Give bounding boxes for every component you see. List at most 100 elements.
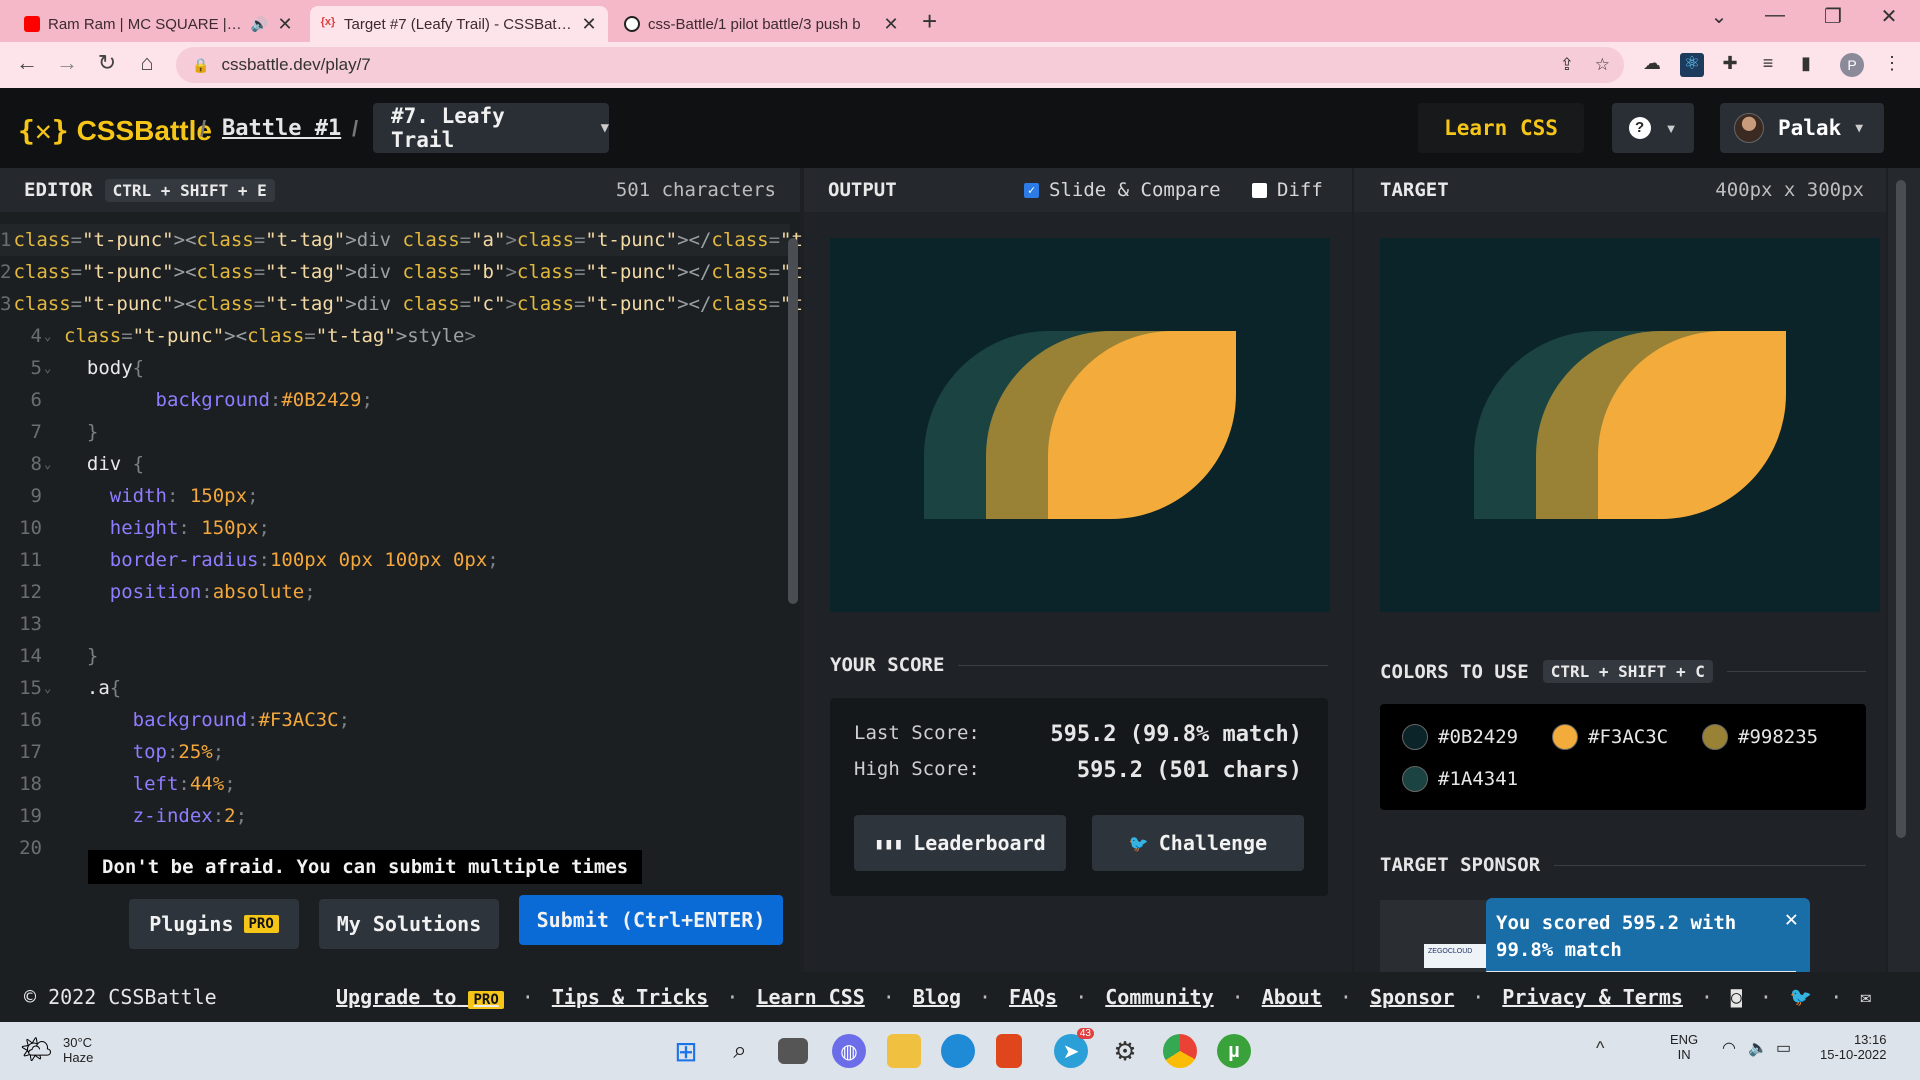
minimize-icon[interactable]: — <box>1760 4 1790 27</box>
color-swatch[interactable]: #1A4341 <box>1402 766 1518 792</box>
fold-chevron-icon[interactable]: ⌄ <box>44 361 64 375</box>
sponsor-logo[interactable]: ZEGOCLOUD <box>1424 944 1490 968</box>
share-icon[interactable]: ⇪ <box>1560 55 1574 75</box>
forward-icon[interactable]: → <box>52 50 82 76</box>
color-swatch[interactable]: #998235 <box>1702 724 1818 750</box>
discord-icon[interactable]: ◙ <box>1731 987 1742 1008</box>
footer-link-upgrade[interactable]: Upgrade to PRO <box>336 985 504 1009</box>
bookmark-star-icon[interactable]: ☆ <box>1595 55 1610 75</box>
home-icon[interactable]: ⌂ <box>132 50 162 76</box>
restore-icon[interactable]: ❐ <box>1818 4 1848 29</box>
reading-list-icon[interactable]: ≡ <box>1756 53 1780 77</box>
close-icon[interactable]: ✕ <box>1785 906 1798 933</box>
utorrent-icon[interactable]: µ <box>1217 1034 1251 1068</box>
office-icon[interactable] <box>996 1034 1022 1068</box>
footer-link-tips[interactable]: Tips & Tricks <box>552 985 709 1009</box>
file-explorer-icon[interactable] <box>887 1034 921 1068</box>
code-line[interactable]: 11 border-radius:100px 0px 100px 0px; <box>0 544 790 576</box>
close-window-icon[interactable]: ✕ <box>1874 4 1904 29</box>
telegram-icon[interactable]: ➤ 43 <box>1054 1028 1094 1068</box>
footer-link-sponsor[interactable]: Sponsor <box>1370 985 1454 1009</box>
code-line[interactable]: 15 ⌄ .a{ <box>0 672 790 704</box>
user-menu-button[interactable]: Palak ▼ <box>1720 103 1884 153</box>
color-swatch[interactable]: #F3AC3C <box>1552 724 1668 750</box>
close-tab-icon[interactable]: ✕ <box>276 14 294 35</box>
footer-link-privacy[interactable]: Privacy & Terms <box>1502 985 1683 1009</box>
slide-compare-toggle[interactable]: ✓ Slide & Compare <box>1024 179 1221 201</box>
editor-scrollbar[interactable] <box>788 238 798 604</box>
browser-menu-icon[interactable]: ⋮ <box>1880 53 1904 77</box>
tab-cssbattle[interactable]: {x} Target #7 (Leafy Trail) - CSSBattle … <box>310 6 608 42</box>
speaker-icon[interactable]: 🔊 <box>251 16 268 33</box>
back-icon[interactable]: ← <box>12 50 42 76</box>
footer-link-blog[interactable]: Blog <box>913 985 961 1009</box>
code-line[interactable]: 5 ⌄ body{ <box>0 352 790 384</box>
search-icon[interactable]: ⌕ <box>723 1034 757 1068</box>
checkbox-checked-icon[interactable]: ✓ <box>1024 182 1039 198</box>
submit-button[interactable]: Submit (Ctrl+ENTER) <box>519 895 783 945</box>
battery-icon[interactable]: ▭ <box>1776 1038 1791 1058</box>
code-line[interactable]: 18 left:44%; <box>0 768 790 800</box>
tab-youtube[interactable]: Ram Ram | MC SQUARE | Hu 🔊 ✕ <box>14 6 304 42</box>
fold-chevron-icon[interactable]: ⌄ <box>44 457 64 471</box>
code-line[interactable]: 2 class="t-punc"><class="t-tag">div class… <box>0 256 917 288</box>
chrome-icon[interactable] <box>1163 1034 1197 1068</box>
color-swatch[interactable]: #0B2429 <box>1402 724 1518 750</box>
page-scrollbar[interactable] <box>1896 180 1906 838</box>
close-tab-icon[interactable]: ✕ <box>580 14 598 35</box>
leaderboard-button[interactable]: ▮▮▮ Leaderboard <box>854 815 1066 871</box>
code-line[interactable]: 12 position:absolute; <box>0 576 790 608</box>
settings-gear-icon[interactable]: ⚙ <box>1108 1034 1142 1068</box>
footer-link-about[interactable]: About <box>1262 985 1322 1009</box>
code-line[interactable]: 7 } <box>0 416 790 448</box>
extension-cloud-icon[interactable]: ☁ <box>1640 53 1664 77</box>
tab-search-icon[interactable]: ⌄ <box>1704 4 1734 29</box>
weather-widget[interactable]: 🌤 30°C Haze <box>20 1034 93 1065</box>
footer-link-faqs[interactable]: FAQs <box>1009 985 1057 1009</box>
plugins-button[interactable]: Plugins PRO <box>129 899 299 949</box>
volume-icon[interactable]: 🔈 <box>1748 1038 1768 1058</box>
twitter-icon[interactable]: 🐦 <box>1790 987 1812 1008</box>
language-indicator[interactable]: ENG IN <box>1670 1032 1698 1062</box>
edge-icon[interactable] <box>941 1034 975 1068</box>
code-line[interactable]: 16 background:#F3AC3C; <box>0 704 790 736</box>
wifi-icon[interactable]: ◠ <box>1722 1038 1736 1058</box>
windows-start-icon[interactable]: ⊞ <box>669 1034 703 1068</box>
teams-chat-icon[interactable]: ◍ <box>832 1034 866 1068</box>
code-line[interactable]: 14 } <box>0 640 790 672</box>
target-selector[interactable]: #7. Leafy Trail ▼ <box>373 103 609 153</box>
code-line[interactable]: 4 ⌄ class="t-punc"><class="t-tag">style> <box>0 320 790 352</box>
code-line[interactable]: 13 <box>0 608 790 640</box>
help-button[interactable]: ? ▼ <box>1612 103 1694 153</box>
code-line[interactable]: 8 ⌄ div { <box>0 448 790 480</box>
diff-toggle[interactable]: Diff <box>1252 179 1323 201</box>
new-tab-icon[interactable]: + <box>922 6 937 37</box>
tab-github[interactable]: css-Battle/1 pilot battle/3 push b ✕ <box>614 6 910 42</box>
extensions-puzzle-icon[interactable]: ✚ <box>1718 53 1742 77</box>
fold-chevron-icon[interactable]: ⌄ <box>44 681 64 695</box>
code-line[interactable]: 19 z-index:2; <box>0 800 790 832</box>
profile-avatar[interactable]: P <box>1840 53 1864 77</box>
show-hidden-icons-icon[interactable]: ^ <box>1596 1038 1604 1059</box>
mail-icon[interactable]: ✉ <box>1860 987 1871 1008</box>
side-panel-icon[interactable]: ▮ <box>1794 53 1818 77</box>
code-line[interactable]: 17 top:25%; <box>0 736 790 768</box>
clock[interactable]: 13:16 15-10-2022 <box>1820 1032 1887 1062</box>
close-tab-icon[interactable]: ✕ <box>882 14 900 35</box>
checkbox-unchecked-icon[interactable] <box>1252 182 1267 198</box>
cssbattle-logo[interactable]: {✕} CSSBattle <box>18 114 212 147</box>
my-solutions-button[interactable]: My Solutions <box>319 899 499 949</box>
code-line[interactable]: 9 width: 150px; <box>0 480 790 512</box>
breadcrumb-battle[interactable]: Battle #1 <box>222 116 341 141</box>
reload-icon[interactable]: ↻ <box>92 50 122 76</box>
code-line[interactable]: 3 class="t-punc"><class="t-tag">div class… <box>0 288 917 320</box>
url-input[interactable]: 🔒 cssbattle.dev/play/7 ⇪ ☆ <box>176 47 1624 83</box>
code-line[interactable]: 6 background:#0B2429; <box>0 384 790 416</box>
fold-chevron-icon[interactable]: ⌄ <box>44 329 64 343</box>
task-view-icon[interactable] <box>778 1038 808 1064</box>
footer-link-learn-css[interactable]: Learn CSS <box>756 985 864 1009</box>
react-devtools-icon[interactable]: ⚛ <box>1680 53 1704 77</box>
code-line[interactable]: 1 class="t-punc"><class="t-tag">div class… <box>0 224 917 256</box>
output-preview[interactable] <box>830 238 1330 612</box>
challenge-button[interactable]: 🐦 Challenge <box>1092 815 1304 871</box>
